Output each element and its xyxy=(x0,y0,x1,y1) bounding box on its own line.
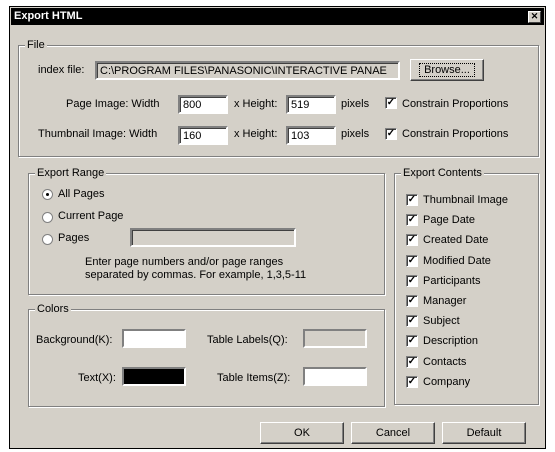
thumb-pixels-label: pixels xyxy=(341,128,370,140)
page-image-width-label: Page Image: Width xyxy=(66,98,160,110)
title-bar: Export HTML ✕ xyxy=(11,8,544,25)
export-html-dialog: Export HTML ✕ File index file: C:\PROGRA… xyxy=(9,6,546,449)
page-width-input[interactable]: 800 xyxy=(178,95,228,114)
page-pixels-label: pixels xyxy=(341,98,370,110)
contents-checkbox-manager[interactable]: ✓ xyxy=(406,295,418,307)
thumbnail-width-label: Thumbnail Image: Width xyxy=(38,128,158,140)
text-color-label: Text(X): xyxy=(78,372,116,384)
page-height-label: x Height: xyxy=(234,98,278,110)
radio-all-pages[interactable] xyxy=(42,189,53,200)
thumb-height-label: x Height: xyxy=(234,128,278,140)
default-button[interactable]: Default xyxy=(442,422,526,444)
table-items-color-swatch[interactable] xyxy=(303,367,367,386)
contents-checkbox-company[interactable]: ✓ xyxy=(406,375,418,388)
table-labels-color-label: Table Labels(Q): xyxy=(207,334,288,346)
background-color-label: Background(K): xyxy=(36,334,113,346)
contents-label-created-date: Created Date xyxy=(423,234,489,247)
contents-checkbox-modified-date[interactable]: ✓ xyxy=(406,254,418,267)
index-file-label: index file: xyxy=(38,64,85,76)
table-items-color-label: Table Items(Z): xyxy=(217,372,291,384)
export-range-legend: Export Range xyxy=(35,167,107,179)
contents-checkbox-subject[interactable]: ✓ xyxy=(406,315,418,328)
radio-pages-label: Pages xyxy=(58,232,90,244)
radio-current-page[interactable] xyxy=(42,212,53,223)
range-hint-line1: Enter page numbers and/or page ranges xyxy=(85,256,284,268)
thumb-constrain-label: Constrain Proportions xyxy=(402,128,509,140)
close-icon[interactable]: ✕ xyxy=(528,11,541,23)
export-contents-legend: Export Contents xyxy=(401,167,484,179)
radio-all-pages-label: All Pages xyxy=(58,188,105,200)
window-title: Export HTML xyxy=(14,10,83,22)
thumb-constrain-checkbox[interactable]: ✓ xyxy=(385,128,397,140)
contents-label-thumbnail-image: Thumbnail Image xyxy=(423,194,508,206)
browse-button[interactable]: Browse... xyxy=(410,59,484,81)
contents-label-modified-date: Modified Date xyxy=(423,254,491,267)
radio-current-page-label: Current Page xyxy=(58,210,124,222)
pages-input[interactable] xyxy=(130,228,296,247)
page-constrain-checkbox[interactable]: ✓ xyxy=(385,97,397,109)
background-color-swatch[interactable] xyxy=(122,329,186,348)
index-file-input[interactable]: C:\PROGRAM FILES\PANASONIC\INTERACTIVE P… xyxy=(95,61,400,80)
contents-label-manager: Manager xyxy=(423,295,467,307)
cancel-button[interactable]: Cancel xyxy=(351,422,435,444)
contents-checkbox-description[interactable]: ✓ xyxy=(406,335,418,348)
contents-label-contacts: Contacts xyxy=(423,355,467,368)
export-contents-group: Export Contents xyxy=(394,167,539,405)
page-height-input[interactable]: 519 xyxy=(286,95,336,114)
file-group-legend: File xyxy=(25,39,47,51)
ok-button[interactable]: OK xyxy=(260,422,344,444)
text-color-swatch[interactable] xyxy=(122,367,186,386)
colors-group: Colors xyxy=(28,303,385,407)
contents-label-description: Description xyxy=(423,335,479,348)
colors-legend: Colors xyxy=(35,303,71,315)
radio-pages[interactable] xyxy=(42,234,53,245)
contents-checkbox-participants[interactable]: ✓ xyxy=(406,274,418,287)
contents-checkbox-page-date[interactable]: ✓ xyxy=(406,214,418,227)
range-hint-line2: separated by commas. For example, 1,3,5-… xyxy=(85,269,307,281)
page-constrain-label: Constrain Proportions xyxy=(402,98,509,110)
thumb-width-input[interactable]: 160 xyxy=(178,126,228,145)
contents-label-company: Company xyxy=(423,375,471,388)
contents-checkbox-contacts[interactable]: ✓ xyxy=(406,355,418,368)
contents-label-participants: Participants xyxy=(423,274,481,287)
thumb-height-input[interactable]: 103 xyxy=(286,126,336,145)
contents-checkbox-thumbnail-image[interactable]: ✓ xyxy=(406,194,418,206)
browse-button-label: Browse... xyxy=(419,63,475,77)
contents-label-subject: Subject xyxy=(423,315,460,328)
table-labels-color-swatch[interactable] xyxy=(303,329,367,348)
contents-label-page-date: Page Date xyxy=(423,214,475,227)
contents-checkbox-created-date[interactable]: ✓ xyxy=(406,234,418,247)
